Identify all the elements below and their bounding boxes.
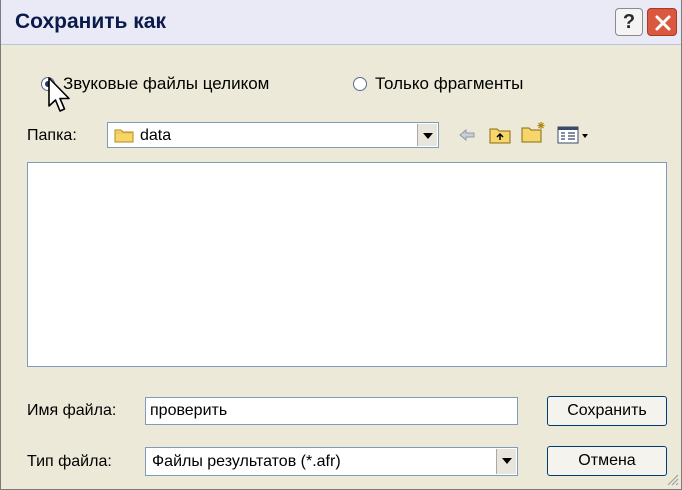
filename-input[interactable] (150, 402, 510, 420)
title-bar[interactable]: Сохранить как ? (1, 0, 681, 45)
filetype-label: Тип файла: (27, 453, 112, 470)
folder-dropdown[interactable]: data (107, 122, 439, 148)
filetype-dropdown-arrow[interactable] (496, 449, 516, 474)
radio-fragments-only-label: Только фрагменты (375, 74, 524, 93)
filename-field[interactable] (145, 397, 518, 425)
file-list[interactable] (27, 162, 667, 367)
filename-label: Имя файла: (27, 402, 117, 419)
filetype-value: Файлы результатов (*.afr) (152, 453, 341, 470)
save-as-dialog: Сохранить как ? Звуковые файлы целиком Т… (0, 0, 682, 490)
folder-icon (114, 129, 134, 143)
folder-label: Папка: (27, 127, 77, 144)
folder-dropdown-arrow[interactable] (417, 124, 437, 146)
filetype-dropdown[interactable]: Файлы результатов (*.afr) (145, 447, 518, 476)
save-button[interactable]: Сохранить (547, 396, 667, 426)
view-menu-icon[interactable] (557, 125, 591, 145)
mouse-cursor-icon (48, 77, 70, 112)
radio-whole-files-label: Звуковые файлы целиком (63, 74, 270, 93)
up-folder-icon[interactable] (489, 125, 511, 145)
cancel-button[interactable]: Отмена (547, 446, 667, 476)
radio-fragments-only-indicator[interactable] (353, 77, 367, 91)
close-icon (655, 15, 671, 31)
folder-value: data (140, 127, 172, 144)
new-folder-icon[interactable] (521, 120, 547, 144)
resize-grip-icon[interactable] (665, 472, 679, 486)
close-button[interactable] (647, 8, 677, 36)
window-title: Сохранить как (15, 10, 166, 33)
back-arrow-icon[interactable] (457, 125, 477, 145)
help-button[interactable]: ? (615, 8, 643, 36)
